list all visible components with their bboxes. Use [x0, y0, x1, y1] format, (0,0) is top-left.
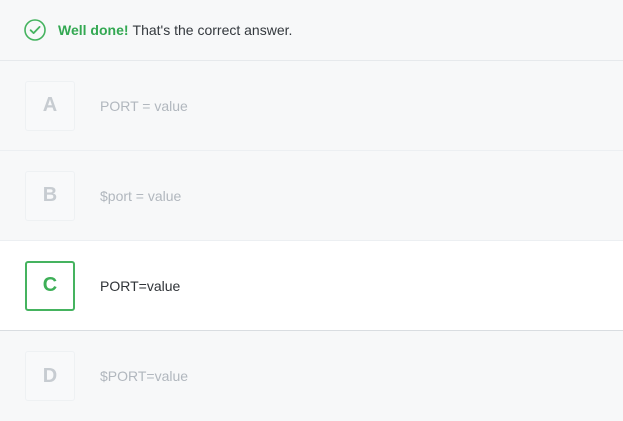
answer-option-d[interactable]: D $PORT=value [0, 331, 623, 421]
answer-option-c-selected[interactable]: C PORT=value [0, 241, 623, 331]
option-label-d: $PORT=value [100, 368, 189, 384]
option-label-a: PORT = value [100, 97, 188, 114]
answer-option-a[interactable]: A PORT = value [0, 61, 623, 151]
feedback-success-label: Well done! [58, 22, 129, 38]
feedback-message: Well done! That's the correct answer. [58, 23, 292, 37]
option-label-c: PORT=value [100, 277, 181, 294]
option-letter-c: C [25, 260, 75, 311]
option-letter-b: B [25, 170, 75, 221]
option-label-b: $port = value [100, 187, 182, 204]
quiz-question-panel: Well done! That's the correct answer. A P… [0, 0, 623, 421]
check-circle-icon [24, 19, 46, 41]
answer-options-list: A PORT = value B $port = value C PORT=va… [0, 61, 623, 421]
answer-option-b[interactable]: B $port = value [0, 151, 623, 241]
answer-feedback-banner: Well done! That's the correct answer. [0, 0, 623, 61]
option-letter-a: A [25, 80, 75, 131]
feedback-message-text: That's the correct answer. [132, 22, 293, 38]
option-letter-d: D [25, 351, 75, 401]
